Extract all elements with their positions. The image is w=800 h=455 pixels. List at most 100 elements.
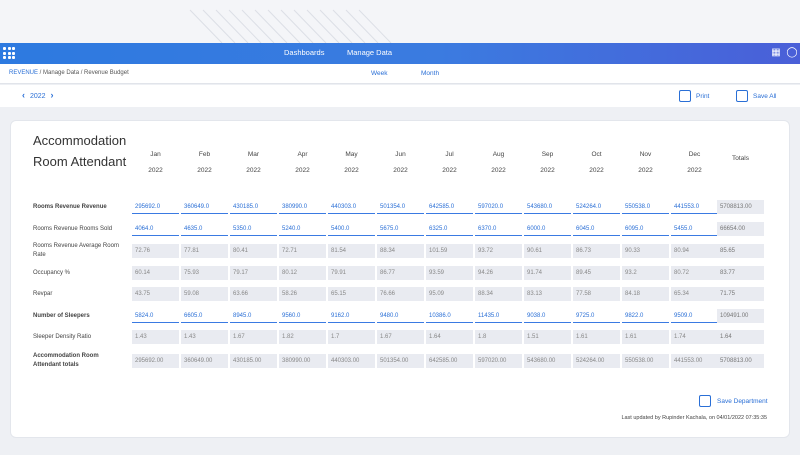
value-input[interactable]: 5824.0 [132, 309, 179, 323]
value-input[interactable]: 9480.0 [377, 309, 424, 323]
value-input[interactable]: 5400.0 [328, 222, 375, 236]
value-input[interactable]: 6095.0 [622, 222, 669, 236]
value-input[interactable]: 4635.0 [181, 222, 228, 236]
value-cell: 60.14 [132, 266, 179, 280]
value-cell: 1.51 [524, 330, 571, 344]
row-label: Occupancy % [33, 270, 71, 276]
value-cell: 95.09 [426, 287, 473, 301]
row-label: Revpar [33, 291, 53, 297]
value-input[interactable]: 295692.0 [132, 200, 179, 214]
value-cell: 597020.00 [475, 354, 522, 368]
breadcrumb-revenue[interactable]: REVENUE [9, 70, 38, 76]
value-input[interactable]: 5240.0 [279, 222, 326, 236]
year-selector: ‹ 2022 › [22, 90, 53, 100]
prev-year-icon[interactable]: ‹ [22, 90, 25, 100]
value-input[interactable]: 5350.0 [230, 222, 277, 236]
value-input[interactable]: 524264.0 [573, 200, 620, 214]
row-label: Rooms Revenue Revenue [33, 204, 107, 210]
value-cell: 93.72 [475, 244, 522, 258]
breadcrumb-rest: / Manage Data / Revenue Budget [38, 70, 129, 76]
value-cell: 94.26 [475, 266, 522, 280]
value-input[interactable]: 6325.0 [426, 222, 473, 236]
printer-icon [679, 90, 691, 102]
value-input[interactable]: 440303.0 [328, 200, 375, 214]
value-input[interactable]: 6370.0 [475, 222, 522, 236]
month-header: Mar [247, 151, 260, 158]
value-input[interactable]: 10386.0 [426, 309, 473, 323]
value-cell: 642585.00 [426, 354, 473, 368]
mode-week[interactable]: Week [371, 70, 388, 77]
breadcrumb: REVENUE / Manage Data / Revenue Budget [9, 70, 129, 76]
last-updated-text: Last updated by Rupinder Kachala, on 04/… [621, 415, 767, 421]
row-total: 109491.00 [717, 309, 764, 323]
budget-card: Accommodation Room Attendant Jan 2022 Feb 2… [10, 120, 790, 438]
value-input[interactable]: 9822.0 [622, 309, 669, 323]
top-navbar: Dashboards Manage Data ▦ ◯ [0, 43, 800, 64]
value-cell: 89.45 [573, 266, 620, 280]
value-cell: 79.17 [230, 266, 277, 280]
value-input[interactable]: 9509.0 [671, 309, 718, 323]
value-input[interactable]: 6045.0 [573, 222, 620, 236]
value-cell: 80.94 [671, 244, 718, 258]
value-input[interactable]: 597020.0 [475, 200, 522, 214]
print-button[interactable]: Print [679, 89, 709, 103]
value-input[interactable]: 9725.0 [573, 309, 620, 323]
sub-header: REVENUE / Manage Data / Revenue Budget W… [0, 64, 800, 84]
value-cell: 430185.00 [230, 354, 277, 368]
row-label: Number of Sleepers [33, 313, 90, 319]
value-input[interactable]: 360649.0 [181, 200, 228, 214]
value-input[interactable]: 441553.0 [671, 200, 718, 214]
month-header: Aug [492, 151, 505, 158]
month-year: 2022 [589, 167, 604, 174]
print-label: Print [696, 92, 710, 100]
row-total: 71.75 [717, 287, 764, 301]
save-icon [699, 395, 711, 407]
save-all-button[interactable]: Save All [736, 89, 777, 103]
calendar-icon[interactable]: ▦ [770, 47, 782, 59]
value-input[interactable]: 8945.0 [230, 309, 277, 323]
value-input[interactable]: 9162.0 [328, 309, 375, 323]
month-header: Dec [688, 151, 701, 158]
save-department-button[interactable]: Save Department [699, 395, 768, 407]
value-cell: 83.13 [524, 287, 571, 301]
value-cell: 550538.00 [622, 354, 669, 368]
mode-month[interactable]: Month [421, 70, 439, 77]
value-input[interactable]: 6000.0 [524, 222, 571, 236]
value-input[interactable]: 501354.0 [377, 200, 424, 214]
value-input[interactable]: 430185.0 [230, 200, 277, 214]
row-total: 85.65 [717, 244, 764, 258]
value-cell: 72.71 [279, 244, 326, 258]
value-input[interactable]: 642585.0 [426, 200, 473, 214]
value-input[interactable]: 9038.0 [524, 309, 571, 323]
value-input[interactable]: 9560.0 [279, 309, 326, 323]
month-header: Sep [541, 151, 554, 158]
value-input[interactable]: 5675.0 [377, 222, 424, 236]
value-cell: 81.54 [328, 244, 375, 258]
nav-manage-data[interactable]: Manage Data [347, 48, 392, 57]
value-input[interactable]: 4064.0 [132, 222, 179, 236]
value-cell: 1.61 [573, 330, 620, 344]
value-cell: 88.34 [475, 287, 522, 301]
year-value: 2022 [29, 93, 46, 100]
value-input[interactable]: 380990.0 [279, 200, 326, 214]
month-year: 2022 [197, 167, 212, 174]
value-input[interactable]: 6605.0 [181, 309, 228, 323]
value-input[interactable]: 550538.0 [622, 200, 669, 214]
value-input[interactable]: 543680.0 [524, 200, 571, 214]
value-cell: 1.67 [230, 330, 277, 344]
value-cell: 58.26 [279, 287, 326, 301]
next-year-icon[interactable]: › [50, 90, 53, 100]
month-year: 2022 [246, 167, 261, 174]
month-year: 2022 [393, 167, 408, 174]
value-cell: 360649.00 [181, 354, 228, 368]
save-all-label: Save All [753, 92, 777, 100]
nav-dashboards[interactable]: Dashboards [284, 48, 324, 57]
year-toolbar: ‹ 2022 › Print Save All [0, 85, 800, 107]
user-icon[interactable]: ◯ [786, 47, 798, 59]
value-cell: 1.74 [671, 330, 718, 344]
value-cell: 80.72 [671, 266, 718, 280]
value-cell: 90.61 [524, 244, 571, 258]
value-input[interactable]: 5455.0 [671, 222, 718, 236]
value-input[interactable]: 11435.0 [475, 309, 522, 323]
value-cell: 88.34 [377, 244, 424, 258]
